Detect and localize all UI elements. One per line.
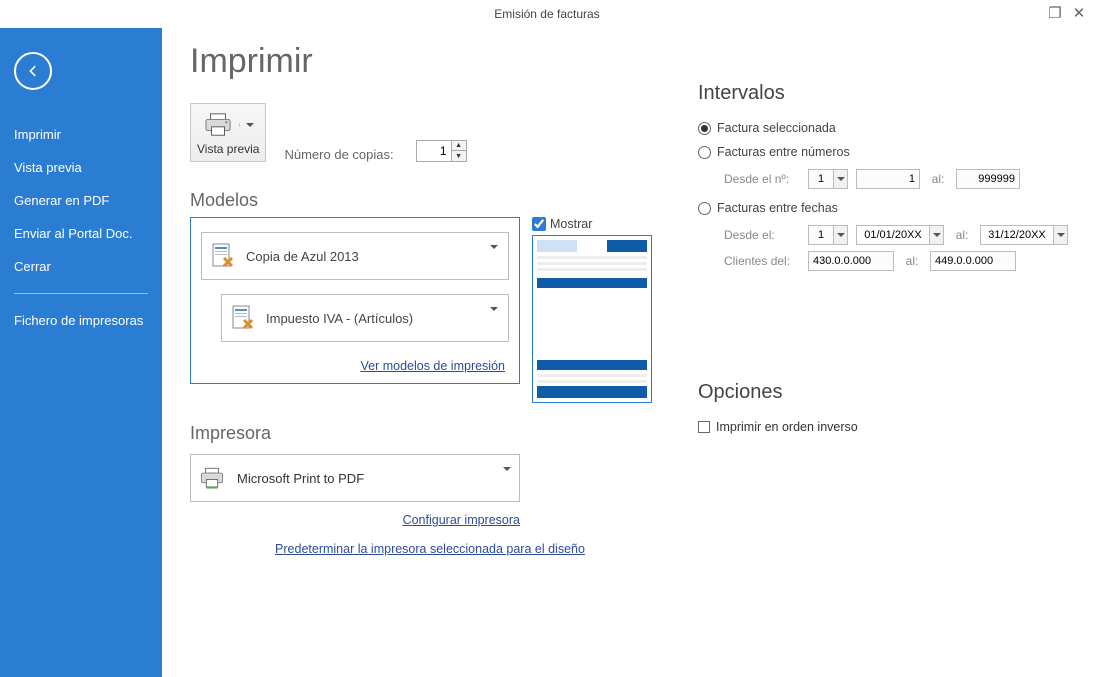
clientes-del-label: Clientes del: <box>724 254 800 268</box>
modelos-heading: Modelos <box>190 190 668 211</box>
chevron-down-icon <box>246 123 254 127</box>
chevron-down-icon <box>933 233 941 237</box>
modelos-selection-box: Copia de Azul 2013 Impuesto IVA - (Artíc… <box>190 217 520 384</box>
copies-spinner[interactable]: ▲▼ <box>416 140 467 162</box>
template-thumbnail[interactable] <box>532 235 652 403</box>
desde-fecha-series[interactable] <box>808 225 848 245</box>
copies-down[interactable]: ▼ <box>452 151 466 161</box>
printer-select[interactable]: Microsoft Print to PDF <box>190 454 520 502</box>
cliente-hasta-input[interactable] <box>930 251 1016 271</box>
mostrar-checkbox[interactable] <box>532 217 546 231</box>
copies-input[interactable] <box>417 141 451 161</box>
orden-inverso-label: Imprimir en orden inverso <box>716 420 858 434</box>
radio-icon <box>698 122 711 135</box>
sidebar-item-fichero-impresoras[interactable]: Fichero de impresoras <box>0 304 162 337</box>
template-icon <box>230 304 256 332</box>
impresora-heading: Impresora <box>190 423 668 444</box>
window-title: Emisión de facturas <box>494 7 599 21</box>
opciones-heading: Opciones <box>698 381 1068 404</box>
checkbox-icon <box>698 421 710 433</box>
sidebar-item-vista-previa[interactable]: Vista previa <box>0 151 162 184</box>
chevron-down-icon <box>837 233 845 237</box>
cliente-desde-input[interactable] <box>808 251 894 271</box>
maximize-icon[interactable]: ❐ <box>1048 4 1062 22</box>
radio-factura-seleccionada[interactable]: Factura seleccionada <box>698 121 1068 135</box>
sidebar-item-imprimir[interactable]: Imprimir <box>0 118 162 151</box>
chevron-down-icon <box>490 307 498 326</box>
sidebar-item-cerrar[interactable]: Cerrar <box>0 250 162 283</box>
radio-entre-numeros[interactable]: Facturas entre números <box>698 145 1068 159</box>
al-label: al: <box>928 172 948 186</box>
printer-label: Microsoft Print to PDF <box>237 471 491 486</box>
page-title: Imprimir <box>190 42 668 81</box>
copies-up[interactable]: ▲ <box>452 141 466 151</box>
desde-numero-label: Desde el nº: <box>724 172 800 186</box>
model-secondary-label: Impuesto IVA - (Artículos) <box>266 311 480 326</box>
sidebar-item-generar-pdf[interactable]: Generar en PDF <box>0 184 162 217</box>
template-icon <box>210 242 236 270</box>
predeterminar-impresora-link[interactable]: Predeterminar la impresora seleccionada … <box>275 542 585 556</box>
al-label: al: <box>902 254 922 268</box>
radio-label: Facturas entre números <box>717 145 850 159</box>
desde-numero-input[interactable] <box>856 169 920 189</box>
copies-label: Número de copias: <box>284 147 393 162</box>
chevron-down-icon <box>1057 233 1065 237</box>
radio-label: Factura seleccionada <box>717 121 836 135</box>
titlebar: Emisión de facturas ❐ ✕ <box>0 0 1094 28</box>
printer-icon <box>203 112 233 138</box>
configurar-impresora-link[interactable]: Configurar impresora <box>403 513 520 527</box>
radio-icon <box>698 202 711 215</box>
sidebar-item-enviar-portal[interactable]: Enviar al Portal Doc. <box>0 217 162 250</box>
close-icon[interactable]: ✕ <box>1072 4 1086 22</box>
back-button[interactable] <box>14 52 52 90</box>
mostrar-label: Mostrar <box>550 217 592 231</box>
al-label: al: <box>952 228 972 242</box>
hasta-numero-input[interactable] <box>956 169 1020 189</box>
model-secondary-select[interactable]: Impuesto IVA - (Artículos) <box>221 294 509 342</box>
radio-entre-fechas[interactable]: Facturas entre fechas <box>698 201 1068 215</box>
printer-icon <box>199 464 225 492</box>
vista-previa-label: Vista previa <box>197 142 259 156</box>
ver-modelos-link[interactable]: Ver modelos de impresión <box>360 359 505 373</box>
sidebar: Imprimir Vista previa Generar en PDF Env… <box>0 28 162 677</box>
model-primary-select[interactable]: Copia de Azul 2013 <box>201 232 509 280</box>
desde-el-label: Desde el: <box>724 228 800 242</box>
chevron-down-icon <box>503 467 511 486</box>
model-primary-label: Copia de Azul 2013 <box>246 249 480 264</box>
chevron-down-icon <box>837 177 845 181</box>
sidebar-separator <box>14 293 148 294</box>
orden-inverso-row[interactable]: Imprimir en orden inverso <box>698 420 1068 434</box>
hasta-fecha-input[interactable] <box>980 225 1068 245</box>
radio-icon <box>698 146 711 159</box>
radio-label: Facturas entre fechas <box>717 201 838 215</box>
vista-previa-button[interactable]: Vista previa <box>190 103 266 162</box>
chevron-down-icon <box>490 245 498 264</box>
desde-fecha-input[interactable] <box>856 225 944 245</box>
mostrar-checkbox-row[interactable]: Mostrar <box>532 217 652 231</box>
intervalos-heading: Intervalos <box>698 82 1068 105</box>
desde-numero-series[interactable] <box>808 169 848 189</box>
vista-previa-dropdown[interactable] <box>239 123 254 127</box>
